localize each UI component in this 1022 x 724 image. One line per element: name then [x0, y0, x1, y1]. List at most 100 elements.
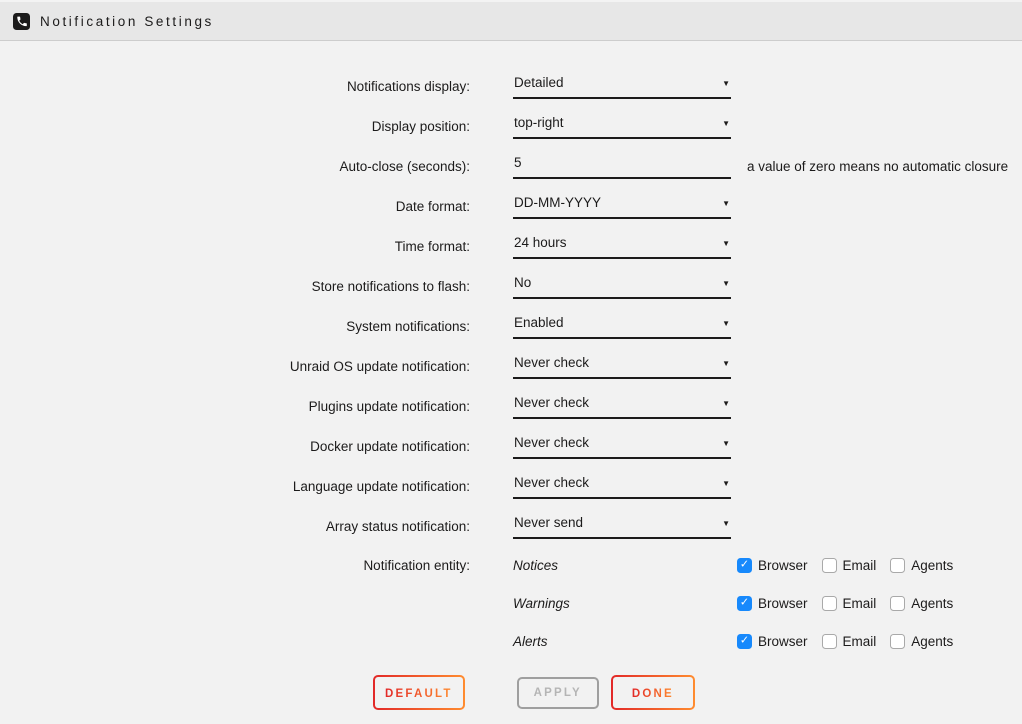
field-label: Time format: [0, 239, 470, 254]
field-label: Date format: [0, 199, 470, 214]
dropdown-arrow-icon: ▼ [722, 120, 730, 128]
store-notifications-select[interactable]: No ▼ [513, 273, 731, 299]
helper-text: a value of zero means no automatic closu… [747, 159, 1008, 174]
checkbox-alerts-email[interactable]: ✓ Email [822, 634, 877, 649]
field-label: Plugins update notification: [0, 399, 470, 414]
auto-close-input[interactable] [513, 153, 731, 179]
checkbox[interactable]: ✓ [822, 596, 837, 611]
select-value: Enabled [514, 315, 564, 330]
form-row: System notifications: Enabled ▼ [0, 306, 1022, 346]
dropdown-arrow-icon: ▼ [722, 480, 730, 488]
field-label: Array status notification: [0, 519, 470, 534]
check-icon: ✓ [740, 559, 749, 570]
notifications-display-select[interactable]: Detailed ▼ [513, 73, 731, 99]
select-value: DD-MM-YYYY [514, 195, 601, 210]
page-header: Notification Settings [0, 0, 1022, 41]
form-row: Notifications display: Detailed ▼ [0, 66, 1022, 106]
time-format-select[interactable]: 24 hours ▼ [513, 233, 731, 259]
checkbox-notices-browser[interactable]: ✓ Browser [737, 558, 808, 573]
form-row: Store notifications to flash: No ▼ [0, 266, 1022, 306]
select-value: 24 hours [514, 235, 567, 250]
checkbox[interactable]: ✓ [822, 634, 837, 649]
form-row: Time format: 24 hours ▼ [0, 226, 1022, 266]
select-value: Never check [514, 435, 589, 450]
checkbox-notices-email[interactable]: ✓ Email [822, 558, 877, 573]
form-row: Display position: top-right ▼ [0, 106, 1022, 146]
form-row: Unraid OS update notification: Never che… [0, 346, 1022, 386]
checkbox[interactable]: ✓ [822, 558, 837, 573]
checkbox[interactable]: ✓ [890, 558, 905, 573]
dropdown-arrow-icon: ▼ [722, 200, 730, 208]
default-button[interactable]: DEFAULT [373, 675, 465, 710]
select-value: Detailed [514, 75, 564, 90]
notification-icon [13, 13, 30, 30]
field-label: Language update notification: [0, 479, 470, 494]
select-value: Never check [514, 355, 589, 370]
form-row: Plugins update notification: Never check… [0, 386, 1022, 426]
checkbox-group: ✓ Browser ✓ Email ✓ Agents [737, 558, 967, 573]
checkbox-alerts-agents[interactable]: ✓ Agents [890, 634, 953, 649]
entity-name: Notices [513, 558, 737, 573]
form-row: Date format: DD-MM-YYYY ▼ [0, 186, 1022, 226]
entity-name: Alerts [513, 634, 737, 649]
checkbox-label: Agents [911, 596, 953, 611]
checkbox-label: Browser [758, 634, 808, 649]
system-notifications-select[interactable]: Enabled ▼ [513, 313, 731, 339]
checkbox-alerts-browser[interactable]: ✓ Browser [737, 634, 808, 649]
checkbox-notices-agents[interactable]: ✓ Agents [890, 558, 953, 573]
field-label: Store notifications to flash: [0, 279, 470, 294]
field-label: Display position: [0, 119, 470, 134]
checkbox-label: Email [843, 596, 877, 611]
select-value: No [514, 275, 531, 290]
check-icon: ✓ [740, 635, 749, 646]
entity-row-alerts: Alerts ✓ Browser ✓ Email ✓ Agents [0, 622, 1022, 660]
checkbox-label: Browser [758, 558, 808, 573]
checkbox-label: Email [843, 558, 877, 573]
field-label: Docker update notification: [0, 439, 470, 454]
form-row: Auto-close (seconds): a value of zero me… [0, 146, 1022, 186]
form-row: Docker update notification: Never check … [0, 426, 1022, 466]
dropdown-arrow-icon: ▼ [722, 360, 730, 368]
docker-update-select[interactable]: Never check ▼ [513, 433, 731, 459]
notification-settings-page: Notification Settings Notifications disp… [0, 0, 1022, 724]
unraid-os-update-select[interactable]: Never check ▼ [513, 353, 731, 379]
date-format-select[interactable]: DD-MM-YYYY ▼ [513, 193, 731, 219]
select-value: Never send [514, 515, 583, 530]
form-row: Array status notification: Never send ▼ [0, 506, 1022, 546]
checkbox-group: ✓ Browser ✓ Email ✓ Agents [737, 596, 967, 611]
checkbox[interactable]: ✓ [737, 558, 752, 573]
form-row: Language update notification: Never chec… [0, 466, 1022, 506]
field-label: Notifications display: [0, 79, 470, 94]
dropdown-arrow-icon: ▼ [722, 240, 730, 248]
checkbox[interactable]: ✓ [890, 634, 905, 649]
dropdown-arrow-icon: ▼ [722, 280, 730, 288]
array-status-select[interactable]: Never send ▼ [513, 513, 731, 539]
field-label: Auto-close (seconds): [0, 159, 470, 174]
button-row: DEFAULT APPLY DONE [0, 675, 1022, 710]
checkbox-label: Browser [758, 596, 808, 611]
field-label: Notification entity: [0, 558, 470, 573]
checkbox-group: ✓ Browser ✓ Email ✓ Agents [737, 634, 967, 649]
checkbox-label: Agents [911, 558, 953, 573]
checkbox-warnings-agents[interactable]: ✓ Agents [890, 596, 953, 611]
done-button[interactable]: DONE [611, 675, 695, 710]
display-position-select[interactable]: top-right ▼ [513, 113, 731, 139]
checkbox[interactable]: ✓ [890, 596, 905, 611]
checkbox[interactable]: ✓ [737, 634, 752, 649]
dropdown-arrow-icon: ▼ [722, 80, 730, 88]
entity-name: Warnings [513, 596, 737, 611]
checkbox-warnings-browser[interactable]: ✓ Browser [737, 596, 808, 611]
dropdown-arrow-icon: ▼ [722, 520, 730, 528]
checkbox-warnings-email[interactable]: ✓ Email [822, 596, 877, 611]
checkbox-label: Email [843, 634, 877, 649]
language-update-select[interactable]: Never check ▼ [513, 473, 731, 499]
field-label: System notifications: [0, 319, 470, 334]
checkbox[interactable]: ✓ [737, 596, 752, 611]
select-value: top-right [514, 115, 564, 130]
plugins-update-select[interactable]: Never check ▼ [513, 393, 731, 419]
dropdown-arrow-icon: ▼ [722, 400, 730, 408]
dropdown-arrow-icon: ▼ [722, 440, 730, 448]
apply-button[interactable]: APPLY [517, 677, 599, 709]
check-icon: ✓ [740, 597, 749, 608]
entity-row-warnings: Warnings ✓ Browser ✓ Email ✓ Agents [0, 584, 1022, 622]
